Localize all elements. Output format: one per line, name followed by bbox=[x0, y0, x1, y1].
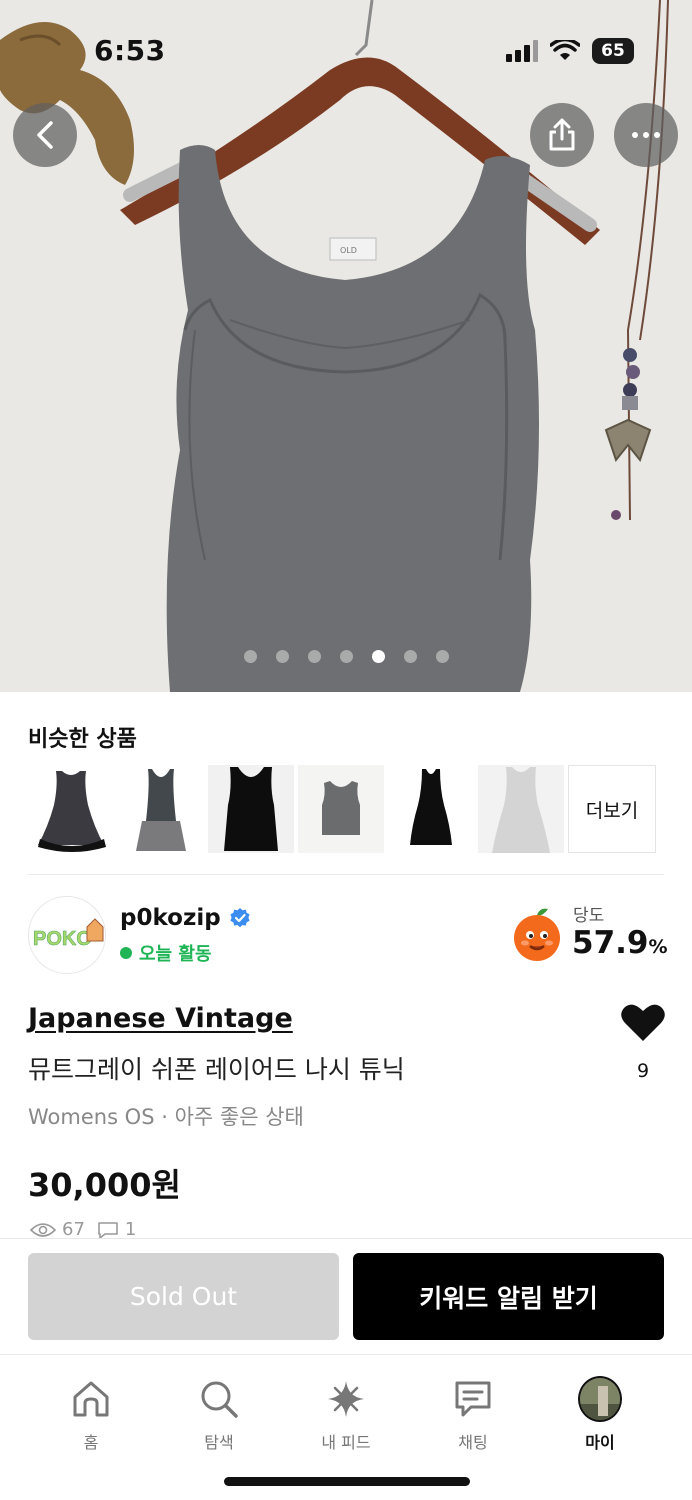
tab-label: 탐색 bbox=[204, 1433, 234, 1452]
product-photo: OLD bbox=[0, 0, 692, 692]
view-count: 67 bbox=[62, 1219, 85, 1240]
similar-product-thumb[interactable] bbox=[298, 765, 384, 853]
wifi-icon bbox=[550, 40, 580, 60]
gray-layered-tank-thumb bbox=[118, 765, 204, 853]
carousel-dot bbox=[307, 650, 321, 663]
like-count: 9 bbox=[636, 1060, 650, 1082]
black-dress-thumb bbox=[28, 765, 114, 853]
tab-my[interactable]: 마이 bbox=[550, 1376, 650, 1453]
gray-tank-thumb bbox=[298, 765, 384, 853]
tab-home[interactable]: 홈 bbox=[41, 1377, 141, 1453]
tab-label: 내 피드 bbox=[321, 1433, 371, 1452]
sold-out-button[interactable]: Sold Out bbox=[28, 1253, 339, 1340]
product-size-condition: Womens OS · 아주 좋은 상태 bbox=[28, 1105, 304, 1129]
back-button[interactable] bbox=[13, 103, 77, 167]
black-tank-thumb bbox=[208, 765, 294, 853]
carousel-dot bbox=[371, 650, 385, 663]
similar-product-thumb[interactable] bbox=[28, 765, 114, 853]
sweetness-value: 57.9 bbox=[572, 925, 649, 961]
seller-name-text: p0kozip bbox=[120, 905, 221, 931]
divider bbox=[28, 874, 664, 875]
sweetness-score: 57.9% bbox=[572, 925, 668, 961]
carousel-dot bbox=[275, 650, 289, 663]
svg-text:OLD: OLD bbox=[340, 246, 357, 255]
comment-icon bbox=[98, 1221, 118, 1239]
comment-count: 1 bbox=[124, 1219, 137, 1240]
more-icon bbox=[632, 132, 660, 138]
tab-my-feed[interactable]: 내 피드 bbox=[296, 1377, 396, 1453]
status-bar: 6:53 65 bbox=[0, 0, 692, 100]
signal-icon bbox=[506, 40, 538, 62]
seller-activity-text: 오늘 활동 bbox=[139, 944, 212, 965]
tab-chat[interactable]: 채팅 bbox=[423, 1377, 523, 1453]
carousel-dot bbox=[243, 650, 257, 663]
light-gray-dress-thumb bbox=[478, 765, 564, 853]
peach-mascot-icon bbox=[514, 908, 560, 961]
seller-name[interactable]: p0kozip bbox=[120, 905, 251, 931]
tab-label: 홈 bbox=[83, 1433, 99, 1452]
chat-icon bbox=[455, 1381, 491, 1417]
status-time: 6:53 bbox=[94, 34, 166, 67]
sparkle-icon bbox=[328, 1381, 364, 1417]
similar-product-thumb[interactable] bbox=[118, 765, 204, 853]
similar-products-list: 더보기 bbox=[28, 765, 656, 853]
seller-avatar[interactable]: POKO bbox=[28, 896, 106, 974]
sweetness-label: 당도 bbox=[573, 906, 605, 926]
sweetness-unit: % bbox=[648, 936, 668, 958]
product-price: 30,000원 bbox=[28, 1166, 181, 1204]
carousel-dot bbox=[403, 650, 417, 663]
product-image-carousel[interactable]: OLD 6:53 65 bbox=[0, 0, 692, 692]
battery-indicator: 65 bbox=[592, 38, 634, 64]
online-dot-icon bbox=[120, 947, 132, 959]
eye-icon bbox=[30, 1222, 56, 1237]
seller-logo: POKO bbox=[29, 897, 105, 973]
share-button[interactable] bbox=[530, 103, 594, 167]
carousel-dot bbox=[339, 650, 353, 663]
keyword-alert-button[interactable]: 키워드 알림 받기 bbox=[353, 1253, 664, 1340]
like-heart-icon[interactable] bbox=[620, 1001, 666, 1043]
carousel-indicator bbox=[0, 650, 692, 663]
product-brand-link[interactable]: Japanese Vintage bbox=[28, 1003, 293, 1034]
home-indicator bbox=[224, 1477, 470, 1486]
tab-label: 마이 bbox=[585, 1433, 615, 1452]
search-icon bbox=[201, 1381, 238, 1418]
similar-products-title: 비슷한 상품 bbox=[28, 727, 137, 752]
share-icon bbox=[549, 118, 575, 151]
tab-label: 채팅 bbox=[458, 1433, 488, 1452]
tab-explore[interactable]: 탐색 bbox=[169, 1377, 269, 1453]
chevron-left-icon bbox=[37, 121, 53, 149]
similar-product-thumb[interactable] bbox=[478, 765, 564, 853]
home-icon bbox=[73, 1381, 109, 1417]
product-title: 뮤트그레이 쉬폰 레이어드 나시 튜닉 bbox=[28, 1055, 405, 1084]
seller-activity-status: 오늘 활동 bbox=[120, 940, 212, 966]
carousel-dot bbox=[435, 650, 449, 663]
purchase-action-bar: Sold Out 키워드 알림 받기 bbox=[0, 1238, 692, 1354]
see-more-similar-button[interactable]: 더보기 bbox=[568, 765, 656, 853]
svg-text:POKO: POKO bbox=[33, 928, 92, 950]
similar-product-thumb[interactable] bbox=[388, 765, 474, 853]
black-tiered-dress-thumb bbox=[388, 765, 474, 853]
similar-product-thumb[interactable] bbox=[208, 765, 294, 853]
product-stats: 67 1 bbox=[30, 1219, 136, 1240]
more-options-button[interactable] bbox=[614, 103, 678, 167]
verified-badge-icon bbox=[230, 908, 250, 928]
avatar bbox=[578, 1376, 622, 1422]
